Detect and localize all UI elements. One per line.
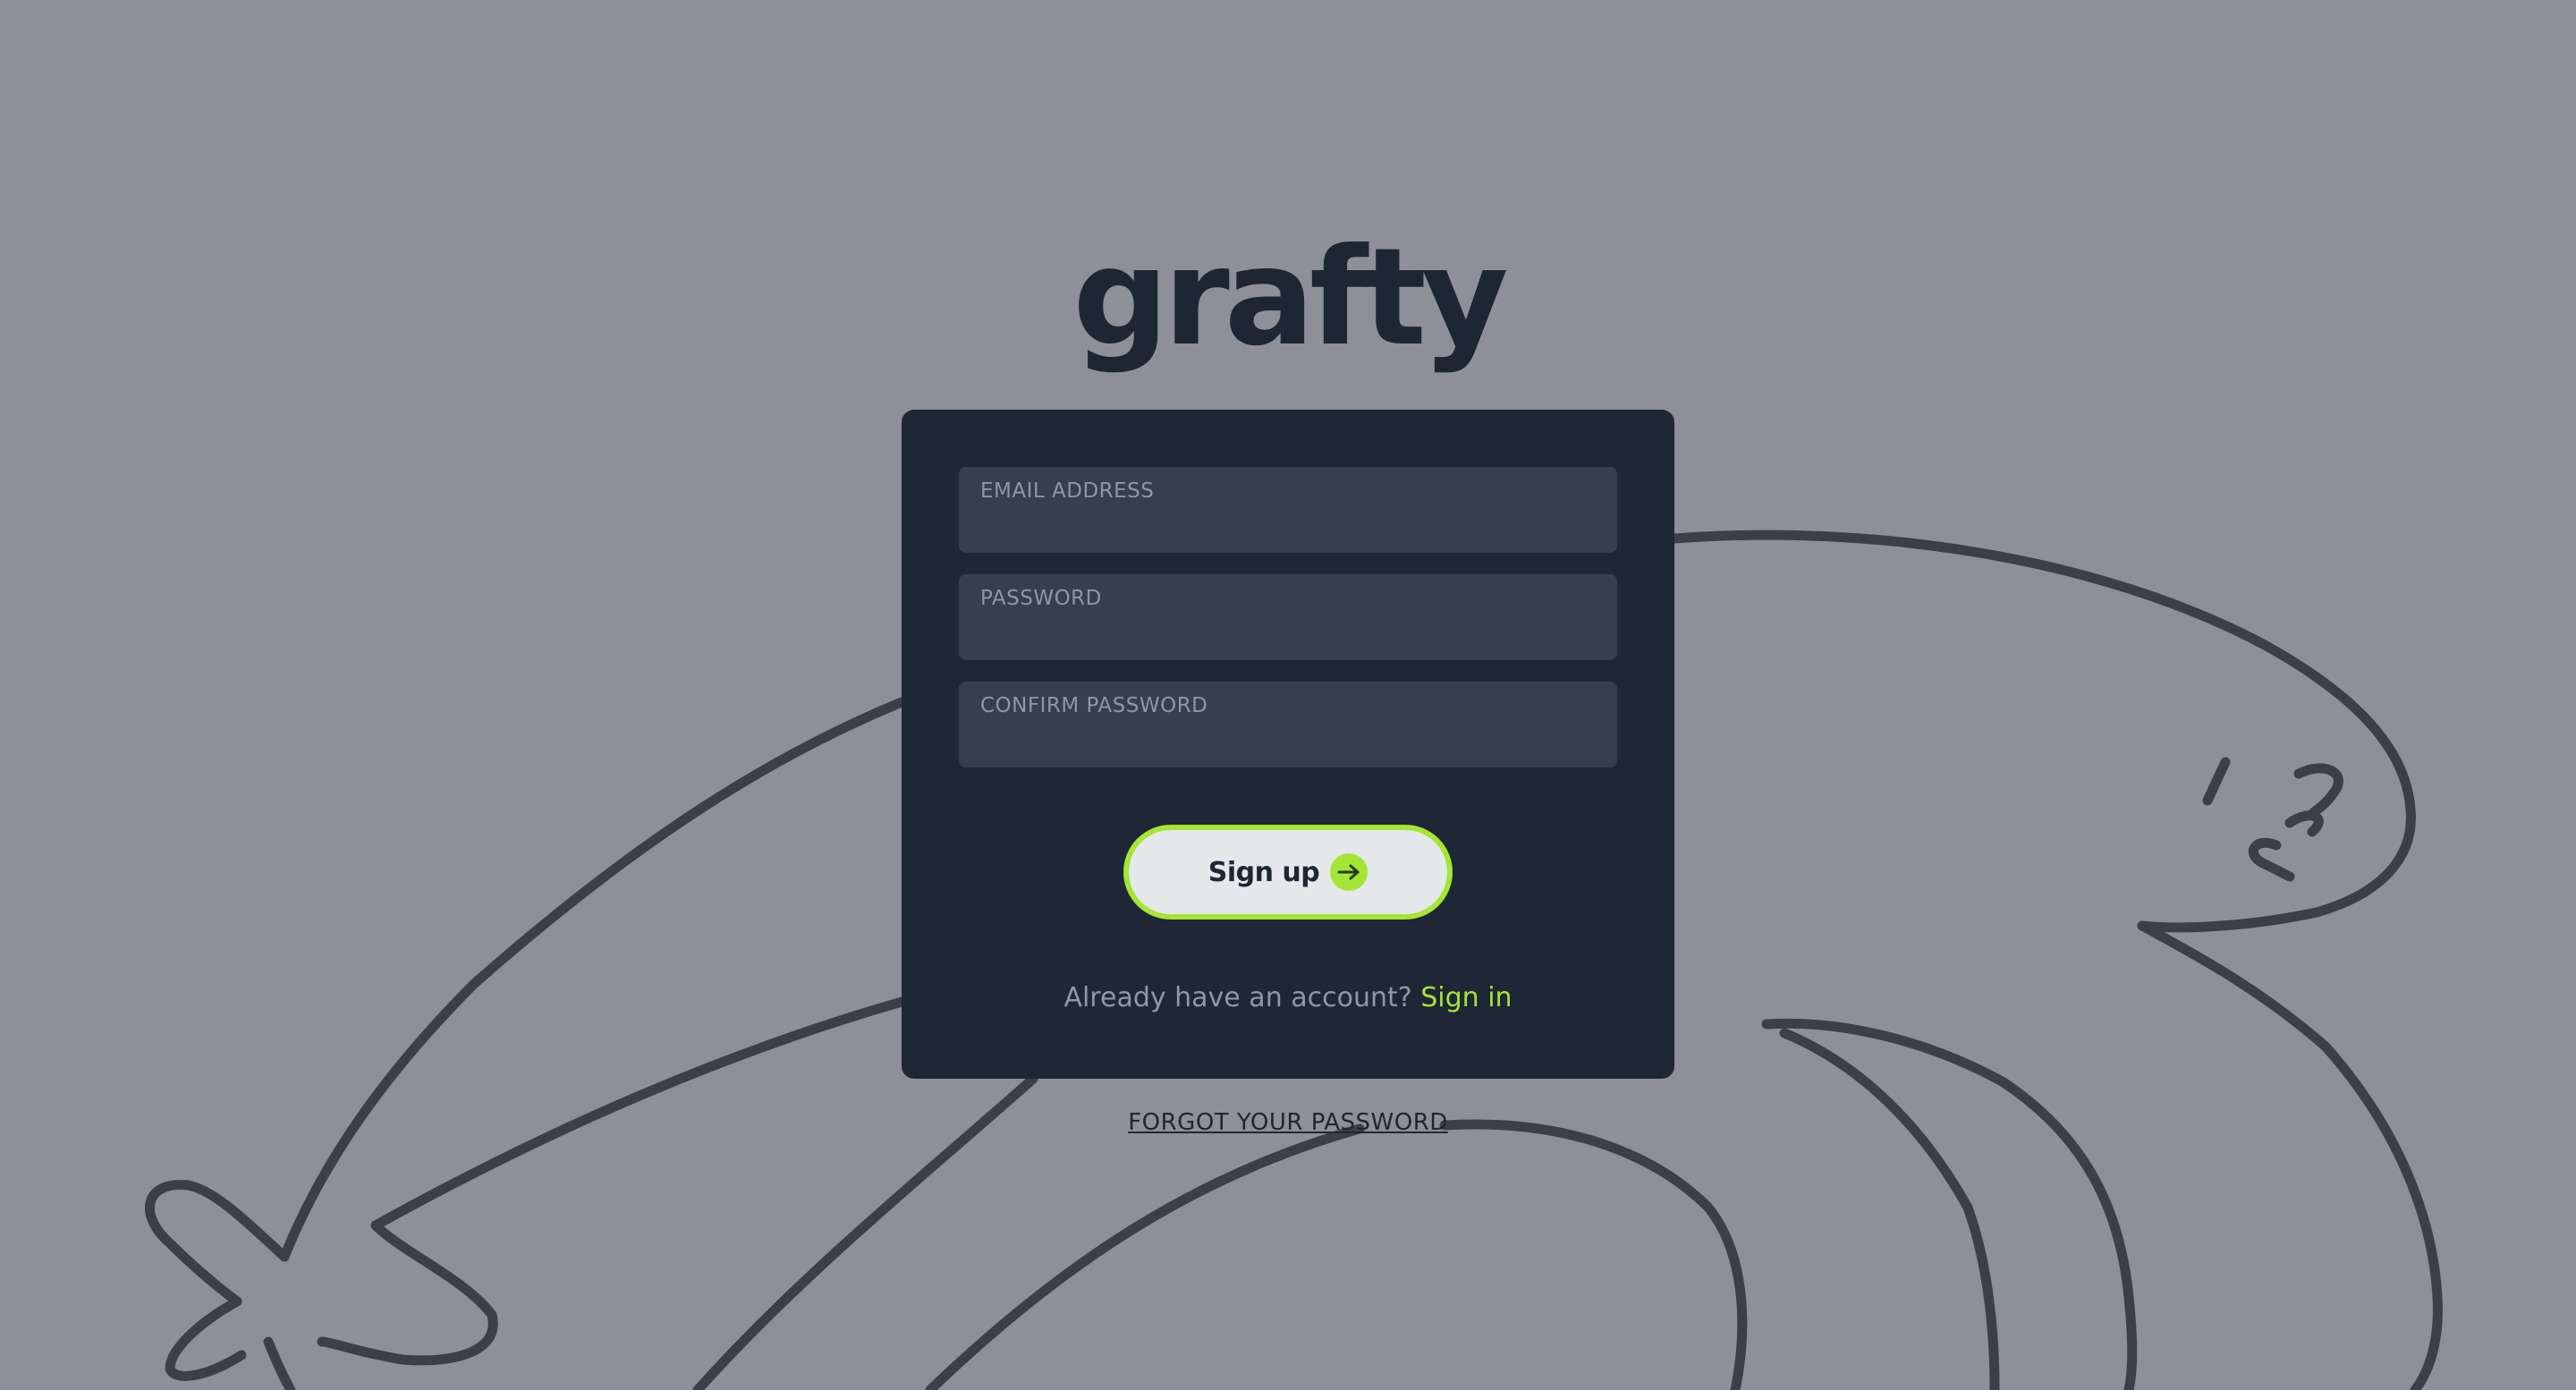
- password-input[interactable]: [980, 614, 1599, 651]
- signin-prompt-text: Already have an account?: [1063, 982, 1421, 1013]
- signin-prompt-row: Already have an account? Sign in: [902, 982, 1674, 1013]
- email-field[interactable]: EMAIL ADDRESS: [959, 467, 1617, 553]
- sign-up-button-label: Sign up: [1208, 856, 1320, 888]
- sign-in-link[interactable]: Sign in: [1420, 982, 1512, 1013]
- password-field-label: PASSWORD: [980, 587, 1102, 610]
- grafty-logo: grafty: [1072, 220, 1508, 376]
- arrow-right-circle-icon: [1330, 853, 1368, 891]
- forgot-password-row: FORGOT YOUR PASSWORD: [0, 1109, 2576, 1136]
- email-input[interactable]: [980, 506, 1599, 544]
- sign-up-button[interactable]: Sign up: [1123, 825, 1453, 920]
- confirm-password-field-label: CONFIRM PASSWORD: [980, 694, 1208, 717]
- password-field[interactable]: PASSWORD: [959, 574, 1617, 660]
- email-field-label: EMAIL ADDRESS: [980, 479, 1155, 503]
- forgot-password-link[interactable]: FORGOT YOUR PASSWORD: [1128, 1109, 1448, 1136]
- signup-card: EMAIL ADDRESS PASSWORD CONFIRM PASSWORD …: [902, 410, 1674, 1079]
- confirm-password-input[interactable]: [980, 721, 1599, 759]
- confirm-password-field[interactable]: CONFIRM PASSWORD: [959, 682, 1617, 767]
